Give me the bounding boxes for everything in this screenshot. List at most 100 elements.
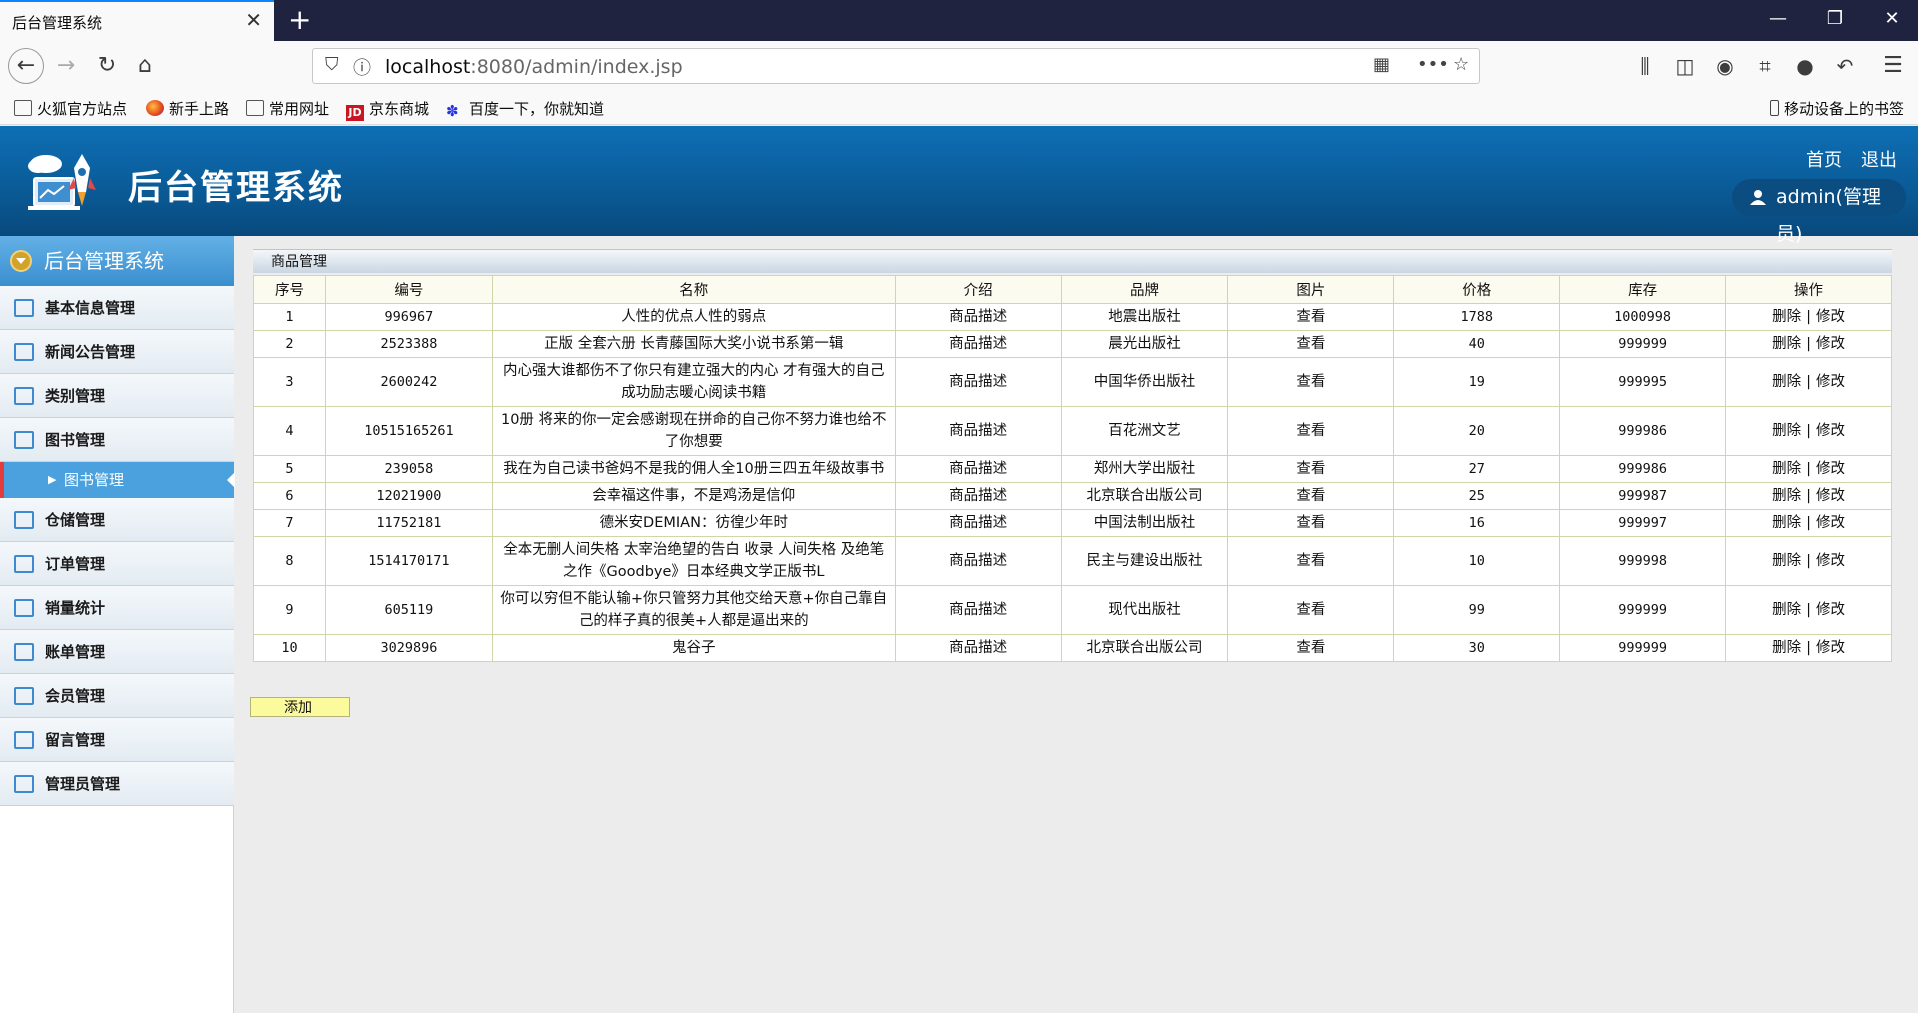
bookmark-star-icon[interactable]: ☆ [1453, 54, 1469, 75]
close-tab-icon[interactable]: ✕ [245, 10, 262, 30]
undo-icon[interactable]: ↶ [1828, 49, 1862, 83]
view-image-link[interactable]: 查看 [1227, 585, 1395, 635]
view-image-link[interactable]: 查看 [1227, 406, 1395, 456]
delete-link[interactable]: 删除 [1772, 515, 1801, 531]
delete-link[interactable]: 删除 [1772, 553, 1801, 569]
forward-icon[interactable]: → [49, 49, 83, 83]
sidebar-item-label: 订单管理 [45, 555, 106, 573]
chat-bubble-icon[interactable]: ● [1788, 49, 1822, 83]
delete-link[interactable]: 删除 [1772, 461, 1801, 477]
more-icon[interactable]: ••• [1417, 54, 1449, 75]
view-image-link[interactable]: 查看 [1227, 536, 1395, 586]
new-tab-icon[interactable]: + [288, 5, 311, 35]
sidebar-item-orders[interactable]: 订单管理 [0, 542, 234, 586]
sidebar-item-category[interactable]: 类别管理 [0, 374, 234, 418]
edit-link[interactable]: 修改 [1816, 553, 1845, 569]
column-header: 价格 [1393, 275, 1561, 304]
table-row: 5 239058 我在为自己读书爸妈不是我的佣人全10册三四五年级故事书 商品描述 郑州… [253, 455, 1892, 483]
bookmark-mobile[interactable]: 移动设备上的书签 [1770, 98, 1904, 119]
view-image-link[interactable]: 查看 [1227, 303, 1395, 331]
view-image-link[interactable]: 查看 [1227, 634, 1395, 662]
product-code: 10515165261 [324, 406, 493, 456]
chevron-down-icon [10, 250, 32, 272]
url-bar[interactable]: ⛉ ⓘ localhost:8080/admin/index.jsp ▦ •••… [312, 48, 1480, 84]
bookmark-firefox-official[interactable]: 火狐官方站点 [14, 98, 127, 119]
product-brand: 晨光出版社 [1060, 330, 1229, 358]
restore-icon[interactable]: ❐ [1815, 8, 1855, 29]
product-name: 正版 全套六册 长青藤国际大奖小说书系第一辑 [491, 330, 896, 358]
sidebar-item-basic-info[interactable]: 基本信息管理 [0, 286, 234, 330]
action-separator: | [1806, 309, 1811, 325]
bookmark-jd[interactable]: JD 京东商城 [346, 98, 429, 121]
sidebar-item-books[interactable]: 图书管理 [0, 418, 234, 462]
home-link[interactable]: 首页 [1806, 146, 1842, 172]
edit-link[interactable]: 修改 [1816, 374, 1845, 390]
window-close-icon[interactable]: ✕ [1872, 8, 1912, 29]
view-image-link[interactable]: 查看 [1227, 455, 1395, 483]
sidebar-item-label: 账单管理 [45, 643, 106, 661]
edit-link[interactable]: 修改 [1816, 309, 1845, 325]
edit-link[interactable]: 修改 [1816, 515, 1845, 531]
minimize-icon[interactable]: — [1758, 8, 1798, 29]
edit-link[interactable]: 修改 [1816, 336, 1845, 352]
product-brand: 郑州大学出版社 [1060, 455, 1229, 483]
delete-link[interactable]: 删除 [1772, 309, 1801, 325]
row-index: 9 [253, 585, 326, 635]
view-image-link[interactable]: 查看 [1227, 357, 1395, 407]
sidebar-item-warehouse[interactable]: 仓储管理 [0, 498, 234, 542]
edit-link[interactable]: 修改 [1816, 461, 1845, 477]
logout-link[interactable]: 退出 [1861, 146, 1897, 172]
delete-link[interactable]: 删除 [1772, 374, 1801, 390]
product-intro: 商品描述 [894, 455, 1062, 483]
table-row: 4 10515165261 10册 将来的你一定会感谢现在拼命的自己你不努力谁也给不… [253, 406, 1892, 456]
delete-link[interactable]: 删除 [1772, 602, 1801, 618]
library-icon[interactable]: ⫼ [1628, 49, 1662, 83]
edit-link[interactable]: 修改 [1816, 640, 1845, 656]
sidebar-item-sales[interactable]: 销量统计 [0, 586, 234, 630]
account-icon[interactable]: ◉ [1708, 49, 1742, 83]
bookmark-getting-started[interactable]: 新手上路 [146, 98, 229, 119]
view-image-link[interactable]: 查看 [1227, 509, 1395, 537]
user-name: admin(管理员) [1776, 186, 1881, 245]
delete-link[interactable]: 删除 [1772, 423, 1801, 439]
users-icon [14, 687, 34, 705]
bookmark-common-sites[interactable]: 常用网址 [246, 98, 329, 119]
back-icon[interactable]: ← [8, 48, 44, 84]
edit-link[interactable]: 修改 [1816, 602, 1845, 618]
shield-icon[interactable]: ⛉ [325, 54, 339, 75]
browser-tab[interactable]: 后台管理系统 ✕ [0, 0, 274, 41]
delete-link[interactable]: 删除 [1772, 488, 1801, 504]
reload-icon[interactable]: ↻ [90, 49, 124, 83]
url-text[interactable]: localhost:8080/admin/index.jsp [385, 56, 683, 78]
edit-icon [14, 387, 34, 405]
sidebar-toggle-icon[interactable]: ◫ [1668, 49, 1702, 83]
sidebar-subitem-books[interactable]: ▶ 图书管理 [0, 462, 235, 498]
delete-link[interactable]: 删除 [1772, 640, 1801, 656]
sidebar-item-admins[interactable]: 管理员管理 [0, 762, 234, 806]
edit-link[interactable]: 修改 [1816, 423, 1845, 439]
info-icon[interactable]: ⓘ [353, 54, 371, 80]
product-name: 鬼谷子 [491, 634, 896, 662]
edit-link[interactable]: 修改 [1816, 488, 1845, 504]
sidebar-header[interactable]: 后台管理系统 [0, 236, 234, 286]
view-image-link[interactable]: 查看 [1227, 330, 1395, 358]
menu-icon[interactable]: ☰ [1876, 49, 1910, 83]
bookmark-baidu[interactable]: ✽ 百度一下，你就知道 [446, 98, 604, 119]
add-button[interactable]: 添加 [250, 697, 350, 717]
product-brand: 北京联合出版公司 [1060, 634, 1229, 662]
product-intro: 商品描述 [894, 536, 1062, 586]
sidebar-item-news[interactable]: 新闻公告管理 [0, 330, 234, 374]
sidebar-item-members[interactable]: 会员管理 [0, 674, 234, 718]
user-badge[interactable]: admin(管理员) [1732, 179, 1906, 245]
sidebar-item-bills[interactable]: 账单管理 [0, 630, 234, 674]
bookmark-label: 移动设备上的书签 [1784, 100, 1905, 118]
sidebar-item-label: 管理员管理 [45, 775, 121, 793]
home-icon[interactable]: ⌂ [128, 49, 162, 83]
screenshot-icon[interactable]: ⌗ [1748, 49, 1782, 83]
view-image-link[interactable]: 查看 [1227, 482, 1395, 510]
delete-link[interactable]: 删除 [1772, 336, 1801, 352]
firefox-icon [146, 100, 164, 116]
row-actions: 删除 | 修改 [1725, 634, 1892, 662]
qr-code-icon[interactable]: ▦ [1373, 54, 1390, 75]
sidebar-item-messages[interactable]: 留言管理 [0, 718, 234, 762]
